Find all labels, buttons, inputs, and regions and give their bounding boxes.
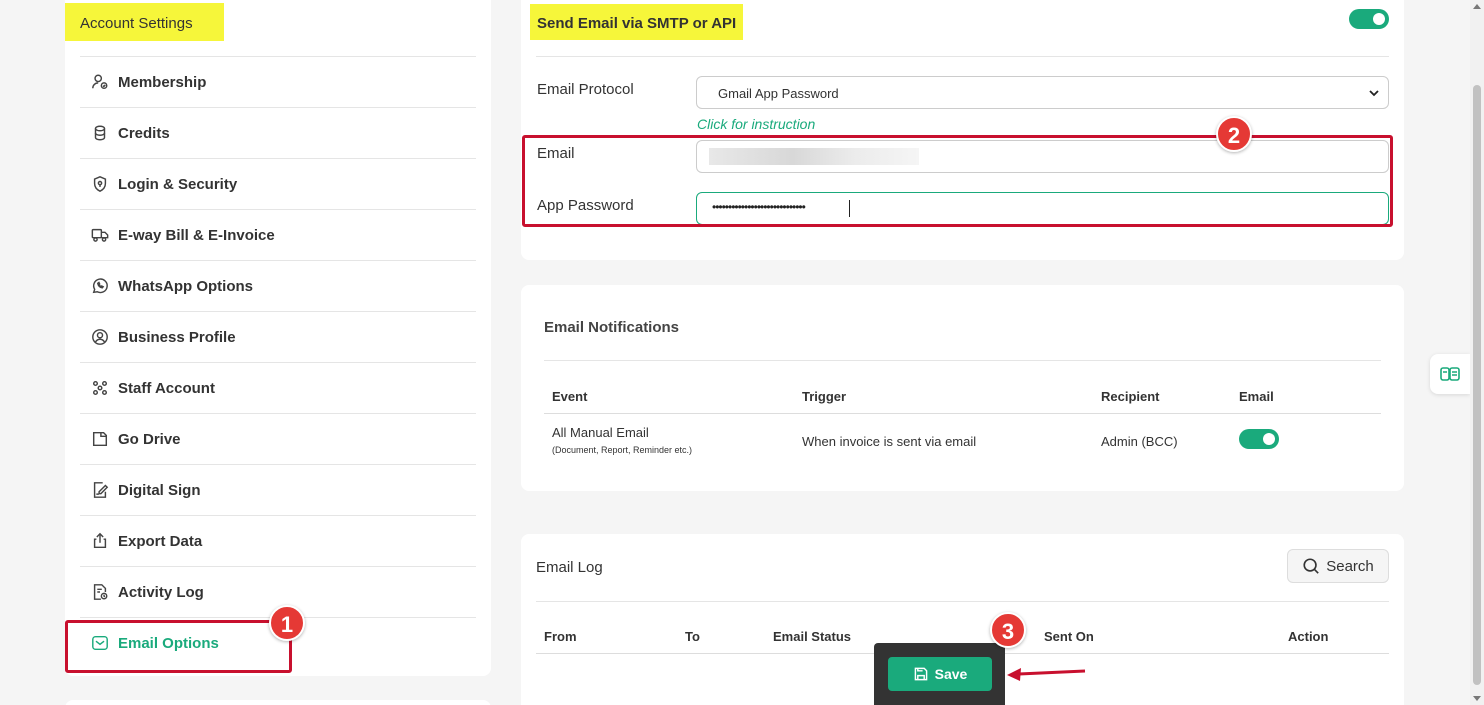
sidebar-item-membership[interactable]: Membership <box>80 56 476 107</box>
coins-icon <box>90 123 110 143</box>
instruction-link[interactable]: Click for instruction <box>697 116 815 132</box>
search-icon <box>1303 558 1320 574</box>
annotation-arrow <box>1007 668 1086 681</box>
column-header-recipient: Recipient <box>1101 389 1160 404</box>
email-notification-toggle[interactable] <box>1239 429 1279 449</box>
smtp-toggle[interactable] <box>1349 9 1389 29</box>
drive-icon <box>90 429 110 449</box>
annotation-marker-2: 2 <box>1216 116 1252 152</box>
sidebar-item-whatsapp[interactable]: WhatsApp Options <box>80 260 476 311</box>
save-bar: Save <box>874 643 1005 705</box>
email-log-title: Email Log <box>536 559 603 576</box>
event-name: All Manual Email <box>552 425 649 440</box>
sidebar-item-label: WhatsApp Options <box>118 277 253 295</box>
sidebar-item-label: Digital Sign <box>118 481 201 499</box>
column-header-email-status: Email Status <box>773 629 852 644</box>
user-badge-icon <box>90 72 110 92</box>
column-header-action: Action <box>1288 629 1329 644</box>
sidebar-item-label: Export Data <box>118 532 203 550</box>
notifications-title: Email Notifications <box>544 319 680 336</box>
sidebar-item-eway-bill[interactable]: E-way Bill & E-Invoice <box>80 209 476 260</box>
email-protocol-label: Email Protocol <box>537 81 634 98</box>
chat-widget-icon <box>1440 367 1460 381</box>
divider <box>536 56 1389 57</box>
sign-icon <box>90 480 110 500</box>
email-protocol-value: Gmail App Password <box>718 86 839 101</box>
column-header-trigger: Trigger <box>802 389 847 404</box>
search-label: Search <box>1326 557 1374 575</box>
divider <box>544 413 1381 414</box>
annotation-box-2 <box>522 135 1393 227</box>
email-notifications-card: Email Notifications Event Trigger Recipi… <box>521 285 1404 491</box>
sidebar-item-label: Go Drive <box>118 430 181 448</box>
shield-icon <box>90 174 110 194</box>
annotation-marker-3: 3 <box>990 612 1026 648</box>
sidebar-item-label: Staff Account <box>118 379 215 397</box>
divider <box>544 360 1381 361</box>
scroll-down-icon[interactable] <box>1473 696 1481 701</box>
whatsapp-icon <box>90 276 110 296</box>
sidebar-title: Account Settings <box>65 3 224 41</box>
column-header-to: To <box>685 629 700 644</box>
annotation-marker-1: 1 <box>269 605 305 641</box>
sidebar-item-label: Membership <box>118 73 207 91</box>
team-icon <box>90 378 110 398</box>
sidebar-item-business-profile[interactable]: Business Profile <box>80 311 476 362</box>
settings-sidebar: Account Settings Membership Credits Logi… <box>65 0 491 676</box>
save-label: Save <box>934 666 968 682</box>
sidebar-item-label: E-way Bill & E-Invoice <box>118 226 275 244</box>
sidebar-item-export-data[interactable]: Export Data <box>80 515 476 566</box>
recipient-text: Admin (BCC) <box>1101 434 1178 449</box>
column-header-event: Event <box>552 389 588 404</box>
sidebar-item-go-drive[interactable]: Go Drive <box>80 413 476 464</box>
upload-icon <box>90 531 110 551</box>
smtp-title: Send Email via SMTP or API <box>530 4 744 40</box>
save-button[interactable]: Save <box>888 657 992 691</box>
email-protocol-select[interactable]: Gmail App Password <box>696 76 1389 109</box>
floating-widget-button[interactable] <box>1430 354 1470 394</box>
log-icon <box>90 582 110 602</box>
sidebar-item-login-security[interactable]: Login & Security <box>80 158 476 209</box>
sidebar-item-label: Business Profile <box>118 328 236 346</box>
sidebar-menu: Membership Credits Login & Security E-wa… <box>80 56 476 668</box>
sidebar-item-credits[interactable]: Credits <box>80 107 476 158</box>
search-button[interactable]: Search <box>1287 549 1389 583</box>
sidebar-item-label: Credits <box>118 124 170 142</box>
sidebar-item-digital-sign[interactable]: Digital Sign <box>80 464 476 515</box>
event-description: (Document, Report, Reminder etc.) <box>552 445 693 455</box>
sidebar-item-staff-account[interactable]: Staff Account <box>80 362 476 413</box>
scroll-thumb[interactable] <box>1473 85 1481 685</box>
save-icon <box>914 667 927 681</box>
column-header-email: Email <box>1239 389 1274 404</box>
trigger-text: When invoice is sent via email <box>802 434 977 449</box>
sidebar-next-card <box>65 700 491 705</box>
scroll-up-icon[interactable] <box>1473 4 1481 9</box>
annotation-box-1 <box>65 620 292 673</box>
divider <box>536 601 1389 602</box>
chevron-down-icon <box>1369 90 1379 97</box>
sidebar-item-label: Activity Log <box>118 583 204 601</box>
user-circle-icon <box>90 327 110 347</box>
column-header-sent-on: Sent On <box>1044 629 1094 644</box>
page-scrollbar[interactable] <box>1470 0 1484 705</box>
sidebar-item-label: Login & Security <box>118 175 238 193</box>
truck-icon <box>90 225 110 245</box>
column-header-from: From <box>544 629 577 644</box>
